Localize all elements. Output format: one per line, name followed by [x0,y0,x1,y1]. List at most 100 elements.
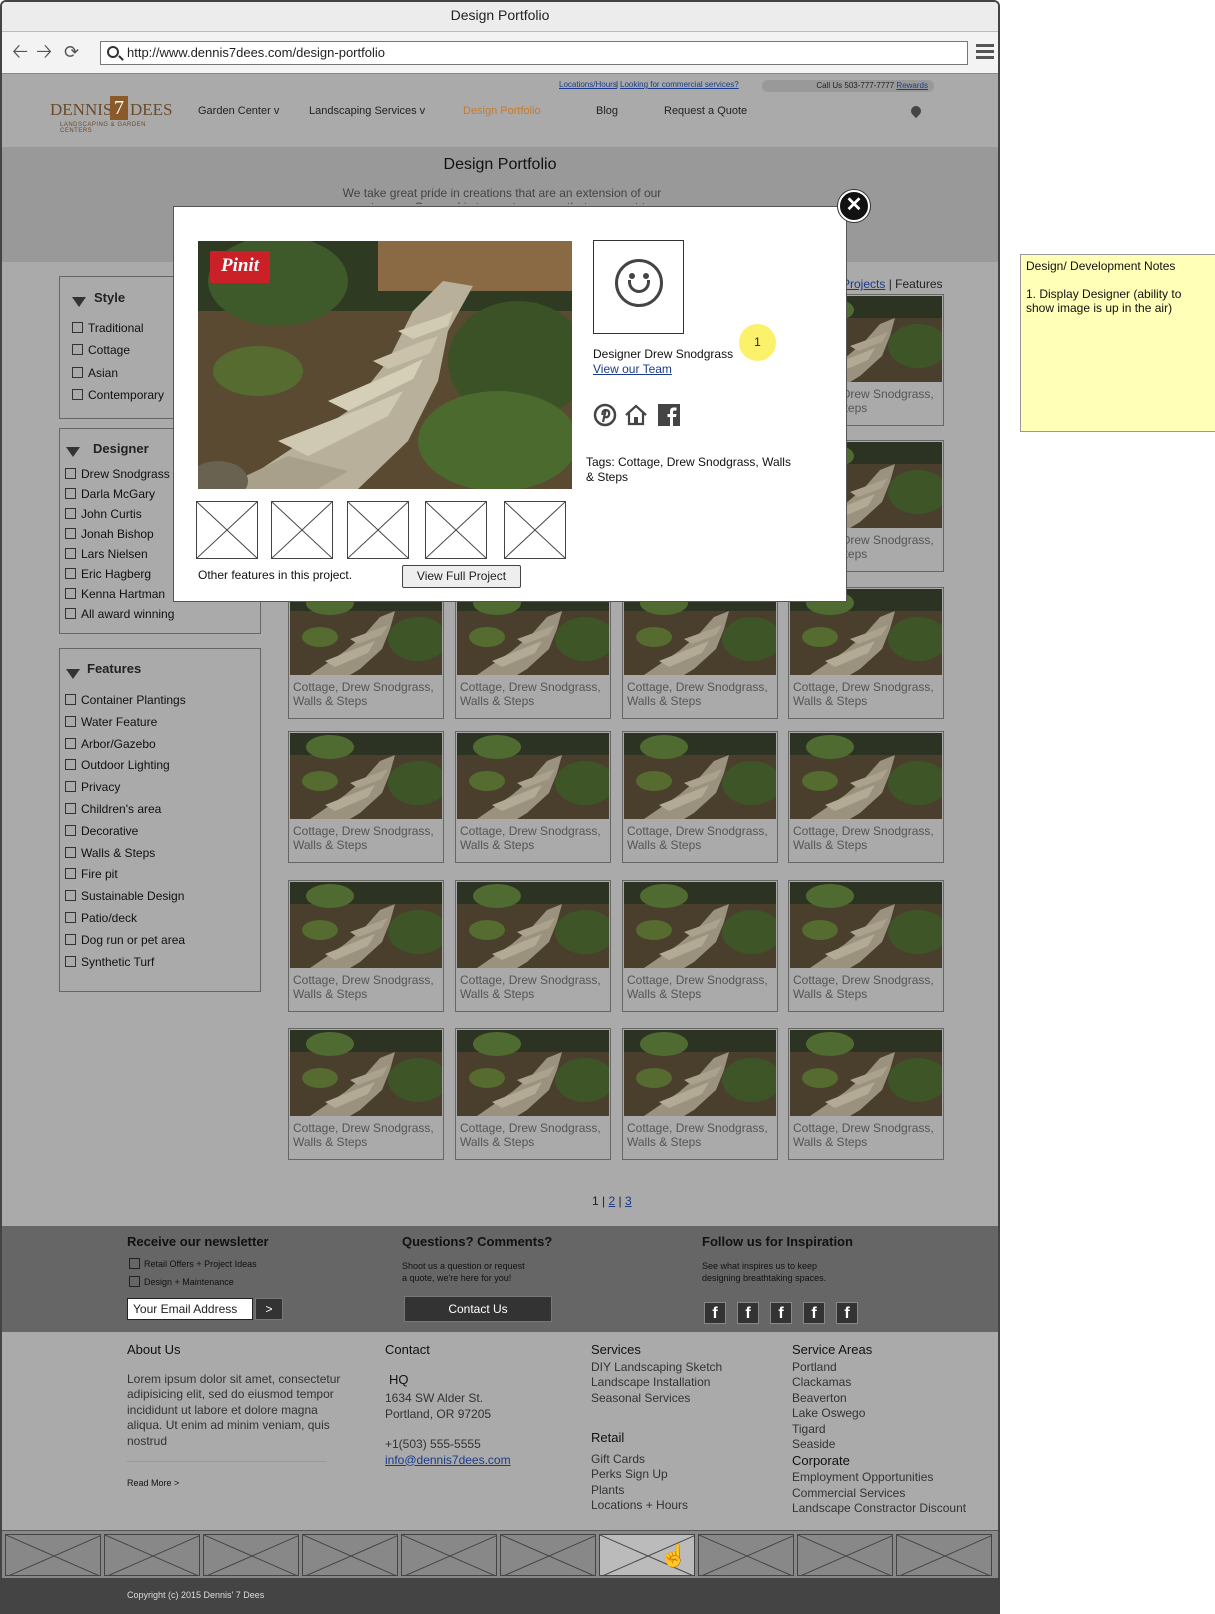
nav-design-portfolio[interactable]: Design Portfolio [463,105,541,117]
checkbox[interactable] [65,890,76,902]
filter-option[interactable]: Water Feature [65,715,157,729]
corporate-link[interactable]: Commercial Services [792,1486,992,1502]
filter-option[interactable]: All award winning [65,607,174,621]
portfolio-tile[interactable]: Cottage, Drew Snodgrass,Walls & Steps [455,1028,611,1160]
feature-thumbnail[interactable] [347,501,409,559]
filter-option[interactable]: Traditional [72,321,144,335]
filter-option[interactable]: Fire pit [65,867,118,881]
filter-option[interactable]: Children's area [65,802,161,816]
facebook-icon[interactable]: f [737,1302,759,1324]
checkbox[interactable] [65,488,76,499]
portfolio-tile[interactable]: Cottage, Drew Snodgrass,Walls & Steps [455,880,611,1012]
image-placeholder[interactable] [5,1534,101,1576]
back-arrow-icon[interactable]: 🡠 [12,42,28,62]
facebook-icon[interactable] [657,403,681,427]
filter-option[interactable]: Arbor/Gazebo [65,737,156,751]
retail-link[interactable]: Locations + Hours [591,1498,761,1514]
portfolio-tile[interactable]: Cottage, Drew Snodgrass,Walls & Steps [788,587,944,719]
locations-hours-link[interactable]: Locations/Hours [559,80,617,89]
image-placeholder[interactable] [302,1534,398,1576]
corporate-link[interactable]: Employment Opportunities [792,1470,992,1486]
pinit-button[interactable]: Pinit [210,251,270,283]
checkbox[interactable] [72,388,83,400]
checkbox[interactable] [65,781,76,793]
filter-option[interactable]: Eric Hagberg [65,567,151,581]
portfolio-tile[interactable]: Cottage, Drew Snodgrass,Walls & Steps [622,1028,778,1160]
filter-option[interactable]: Sustainable Design [65,889,184,903]
retail-link[interactable]: Perks Sign Up [591,1467,761,1483]
portfolio-tile[interactable]: Cottage, Drew Snodgrass,Walls & Steps [455,587,611,719]
checkbox[interactable] [65,759,76,771]
page-link-3[interactable]: 3 [625,1194,632,1208]
checkbox[interactable] [65,588,76,599]
filter-option[interactable]: Synthetic Turf [65,955,154,969]
home-icon[interactable] [624,403,648,427]
facebook-icon[interactable]: f [770,1302,792,1324]
image-placeholder[interactable] [203,1534,299,1576]
portfolio-tile[interactable]: Cottage, Drew Snodgrass,Walls & Steps [288,1028,444,1160]
view-team-link[interactable]: View our Team [593,362,672,376]
checkbox[interactable] [65,468,76,479]
feature-thumbnail[interactable] [196,501,258,559]
address-bar[interactable]: http://www.dennis7dees.com/design-portfo… [100,41,968,65]
areas-link[interactable]: Seaside [792,1437,992,1453]
checkbox[interactable] [72,366,83,378]
view-full-project-button[interactable]: View Full Project [402,565,521,588]
checkbox[interactable] [65,715,76,727]
filter-option[interactable]: Contemporary [72,388,164,402]
projects-view-link[interactable]: Projects [842,277,885,291]
features-view-label[interactable]: Features [895,277,942,291]
feature-thumbnail[interactable] [425,501,487,559]
filter-option[interactable]: Jonah Bishop [65,527,154,541]
checkbox[interactable] [65,548,76,559]
checkbox[interactable] [65,868,76,880]
filter-option[interactable]: Walls & Steps [65,846,155,860]
checkbox[interactable] [65,694,76,705]
areas-link[interactable]: Beaverton [792,1391,992,1407]
image-placeholder[interactable] [500,1534,596,1576]
areas-link[interactable]: Lake Oswego [792,1406,992,1422]
checkbox[interactable] [65,528,76,539]
collapse-triangle-icon[interactable] [66,447,80,457]
services-link[interactable]: Seasonal Services [591,1391,761,1407]
checkbox[interactable] [65,608,76,619]
portfolio-tile[interactable]: Cottage, Drew Snodgrass,Walls & Steps [788,880,944,1012]
site-logo[interactable]: DENNIS' 7 DEES LANDSCAPING & GARDEN CENT… [50,96,173,134]
read-more-link[interactable]: Read More > [127,1476,351,1492]
image-placeholder[interactable] [698,1534,794,1576]
checkbox[interactable] [65,803,76,814]
services-link[interactable]: Landscape Installation [591,1375,761,1391]
facebook-icon[interactable]: f [836,1302,858,1324]
filter-option[interactable]: Drew Snodgrass [65,467,170,481]
filter-option[interactable]: Decorative [65,824,138,838]
close-modal-icon[interactable]: ✕ [838,190,870,222]
rewards-link[interactable]: Rewards [896,81,928,90]
commercial-services-link[interactable]: Looking for commercial services? [620,80,739,89]
contact-email-link[interactable]: info@dennis7dees.com [385,1453,511,1467]
filter-option[interactable]: Outdoor Lighting [65,758,170,772]
checkbox[interactable] [72,344,83,356]
areas-link[interactable]: Clackamas [792,1375,992,1391]
pinterest-icon[interactable] [593,403,617,427]
checkbox[interactable] [65,737,76,749]
filter-option[interactable]: Lars Nielsen [65,547,148,561]
services-link[interactable]: DIY Landscaping Sketch [591,1360,761,1376]
checkbox[interactable] [65,568,76,579]
location-pin-icon[interactable] [911,106,921,120]
retail-link[interactable]: Gift Cards [591,1452,761,1468]
nav-garden-center[interactable]: Garden Center v [198,105,279,117]
portfolio-tile[interactable]: Cottage, Drew Snodgrass,Walls & Steps [788,1028,944,1160]
feature-thumbnail[interactable] [271,501,333,559]
filter-option[interactable]: Cottage [72,343,130,357]
checkbox[interactable] [65,846,76,858]
collapse-triangle-icon[interactable] [72,297,86,307]
feature-thumbnail[interactable] [504,501,566,559]
reload-icon[interactable]: ⟳ [64,42,79,62]
email-input[interactable]: Your Email Address [127,1298,253,1320]
filter-option[interactable]: Container Plantings [65,693,186,707]
forward-arrow-icon[interactable]: 🡢 [36,42,52,62]
portfolio-tile[interactable]: Cottage, Drew Snodgrass,Walls & Steps [288,880,444,1012]
checkbox[interactable] [65,824,76,836]
image-placeholder[interactable] [401,1534,497,1576]
filter-option[interactable]: Patio/deck [65,911,137,925]
